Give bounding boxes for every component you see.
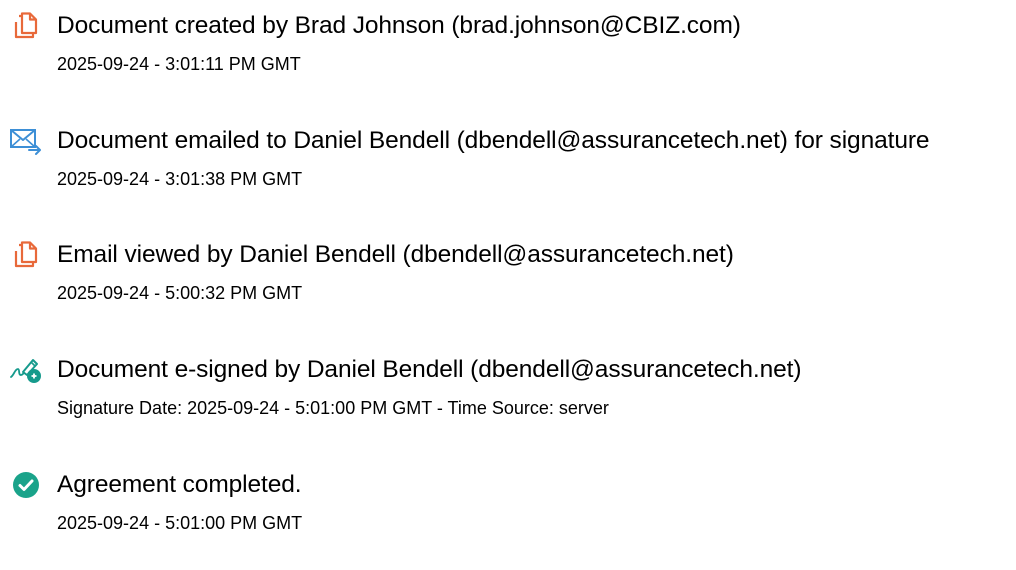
audit-event-email-viewed: Email viewed by Daniel Bendell (dbendell… bbox=[0, 240, 1016, 340]
event-title: Document emailed to Daniel Bendell (dben… bbox=[57, 127, 930, 154]
event-timestamp: 2025-09-24 - 5:01:00 PM GMT bbox=[57, 513, 303, 533]
audit-history-list: Document created by Brad Johnson (brad.j… bbox=[0, 0, 1016, 537]
event-timestamp: 2025-09-24 - 5:00:32 PM GMT bbox=[57, 283, 303, 303]
checkmark-circle-icon bbox=[9, 470, 43, 500]
audit-event-document-emailed: Document emailed to Daniel Bendell (dben… bbox=[0, 126, 1016, 226]
email-sent-icon bbox=[9, 126, 43, 156]
audit-event-document-esigned: Document e-signed by Daniel Bendell (dbe… bbox=[0, 355, 1016, 455]
event-signature-date: Signature Date: 2025-09-24 - 5:01:00 PM … bbox=[57, 398, 609, 418]
event-title: Document e-signed by Daniel Bendell (dbe… bbox=[57, 356, 802, 383]
event-title: Document created by Brad Johnson (brad.j… bbox=[57, 12, 741, 39]
document-icon bbox=[9, 11, 43, 41]
event-timestamp: 2025-09-24 - 3:01:38 PM GMT bbox=[57, 169, 303, 189]
document-icon bbox=[9, 240, 43, 270]
esign-pen-icon bbox=[9, 355, 43, 385]
event-timestamp: 2025-09-24 - 3:01:11 PM GMT bbox=[57, 54, 301, 74]
event-title: Agreement completed. bbox=[57, 471, 302, 498]
audit-event-document-created: Document created by Brad Johnson (brad.j… bbox=[0, 11, 1016, 111]
audit-event-agreement-completed: Agreement completed. 2025-09-24 - 5:01:0… bbox=[0, 470, 1016, 570]
event-title: Email viewed by Daniel Bendell (dbendell… bbox=[57, 241, 734, 268]
